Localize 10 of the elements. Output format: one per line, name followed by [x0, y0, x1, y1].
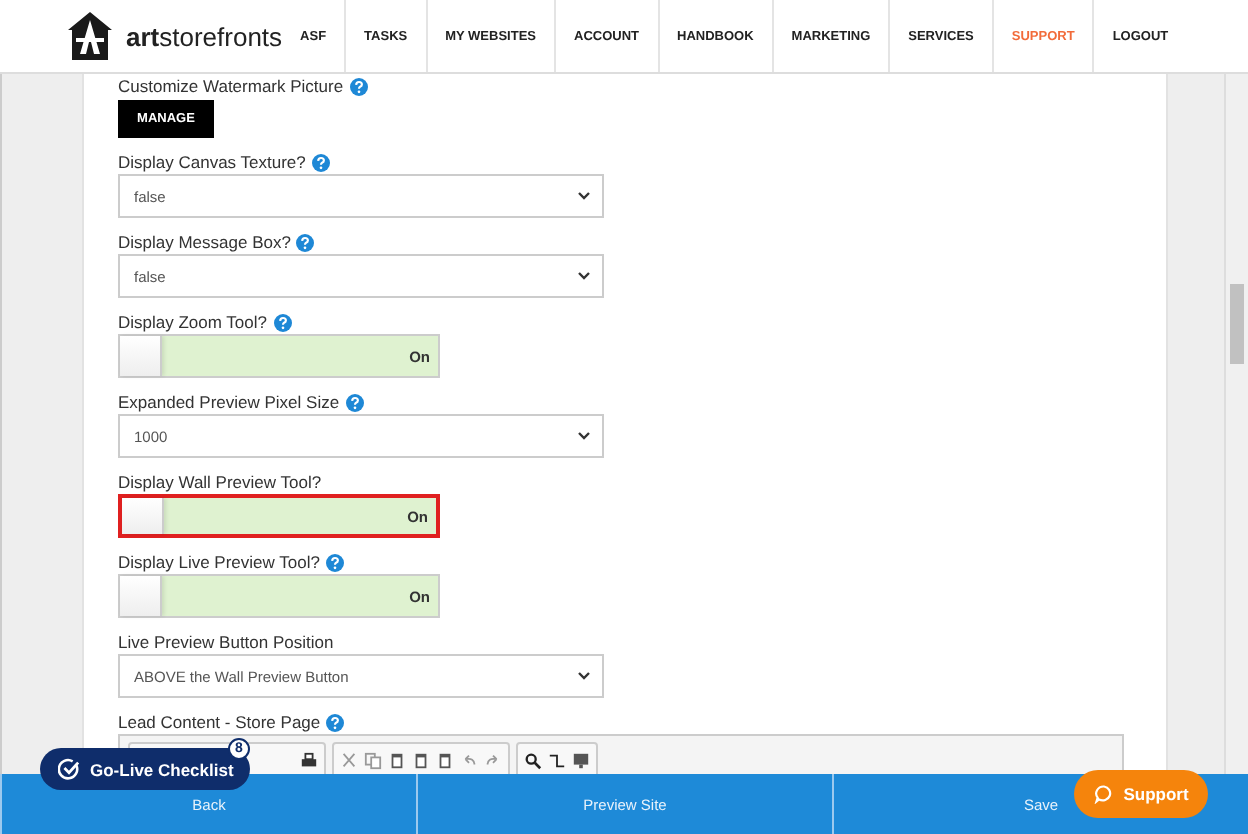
field-label: Display Wall Preview Tool?: [118, 472, 322, 492]
field-label: Live Preview Button Position: [118, 632, 334, 652]
field-label: Display Message Box?: [118, 232, 291, 252]
field-label: Expanded Preview Pixel Size: [118, 392, 340, 412]
logo-text: artstorefronts: [126, 21, 283, 51]
field-label: Display Zoom Tool?: [118, 312, 267, 332]
field-label: Customize Watermark Picture: [118, 76, 344, 96]
field-label: Display Live Preview Tool?: [118, 552, 320, 572]
field-label: Lead Content - Store Page: [118, 712, 321, 732]
field-label: Display Canvas Texture?: [118, 152, 306, 172]
